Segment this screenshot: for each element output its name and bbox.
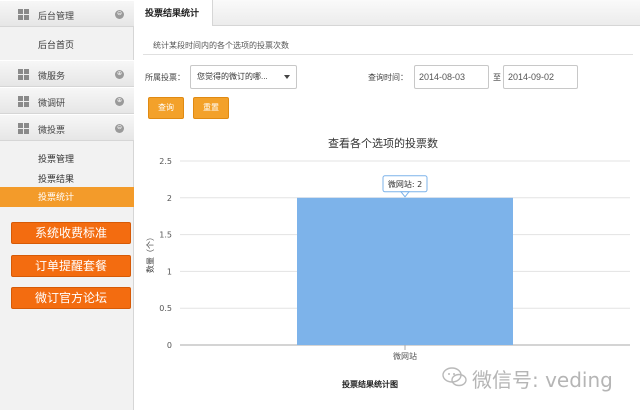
- order-reminder-button[interactable]: 订单提醒套餐: [11, 255, 131, 277]
- pricing-button[interactable]: 系统收费标准: [11, 222, 131, 244]
- collapse-icon[interactable]: ⊖: [115, 10, 124, 19]
- y-axis-label: 数量（个）: [145, 233, 155, 273]
- sidebar: 后台管理 ⊖ 后台首页 微服务 ⊕ 微调研 ⊕ 微投票 ⊖ 投票管理 投票结果 …: [0, 0, 134, 410]
- menu-group-survey[interactable]: 微调研 ⊕: [0, 87, 134, 114]
- menu-group-label: 微服务: [38, 71, 66, 81]
- y-tick-label: 1.5: [159, 231, 172, 240]
- tooltip-text: 微网站: 2: [388, 179, 422, 189]
- grid-icon: [18, 9, 29, 20]
- y-tick-label: 0: [167, 341, 172, 350]
- x-axis-label: 投票结果统计图: [342, 379, 398, 389]
- y-tick-label: 2: [167, 194, 172, 203]
- menu-group-label: 微调研: [38, 98, 66, 108]
- tooltip-pointer: [399, 191, 411, 198]
- sidebar-item-vote-stats[interactable]: 投票统计: [0, 187, 134, 207]
- collapse-icon[interactable]: ⊖: [115, 124, 124, 133]
- menu-group-vote[interactable]: 微投票 ⊖: [0, 114, 134, 141]
- vote-chart: 查看各个选项的投票数 0 0.5 1 1.5 2 2.5 数量（个） 微网站 微网站: 2 投票结果…: [145, 136, 630, 389]
- wechat-watermark: 微信号: veding: [442, 363, 632, 392]
- bar: [297, 197, 513, 345]
- grid-icon: [18, 96, 29, 107]
- menu-group-service[interactable]: 微服务 ⊕: [0, 60, 134, 87]
- y-tick-label: 2.5: [159, 157, 172, 166]
- grid-icon: [18, 123, 29, 134]
- wechat-icon: [442, 367, 467, 387]
- sidebar-item-home[interactable]: 后台首页: [38, 38, 74, 51]
- sidebar-item-vote-result[interactable]: 投票结果: [38, 172, 74, 185]
- x-tick-label: 微网站: [393, 351, 417, 361]
- chart-title: 查看各个选项的投票数: [328, 136, 438, 150]
- sidebar-item-vote-manage[interactable]: 投票管理: [38, 152, 74, 165]
- main-panel: 投票结果统计 统计某段时间内的各个选项的投票次数 所属投票： 您觉得的微订的哪.…: [135, 0, 640, 410]
- expand-icon[interactable]: ⊕: [115, 70, 124, 79]
- watermark-text: 微信号: veding: [472, 368, 613, 392]
- forum-button[interactable]: 微订官方论坛: [11, 287, 131, 309]
- menu-group-label: 后台管理: [38, 11, 75, 21]
- menu-group-label: 微投票: [38, 125, 66, 135]
- y-tick-label: 0.5: [159, 304, 172, 313]
- y-tick-label: 1: [167, 267, 172, 276]
- expand-icon[interactable]: ⊕: [115, 97, 124, 106]
- menu-group-admin[interactable]: 后台管理 ⊖: [0, 0, 134, 27]
- grid-icon: [18, 69, 29, 80]
